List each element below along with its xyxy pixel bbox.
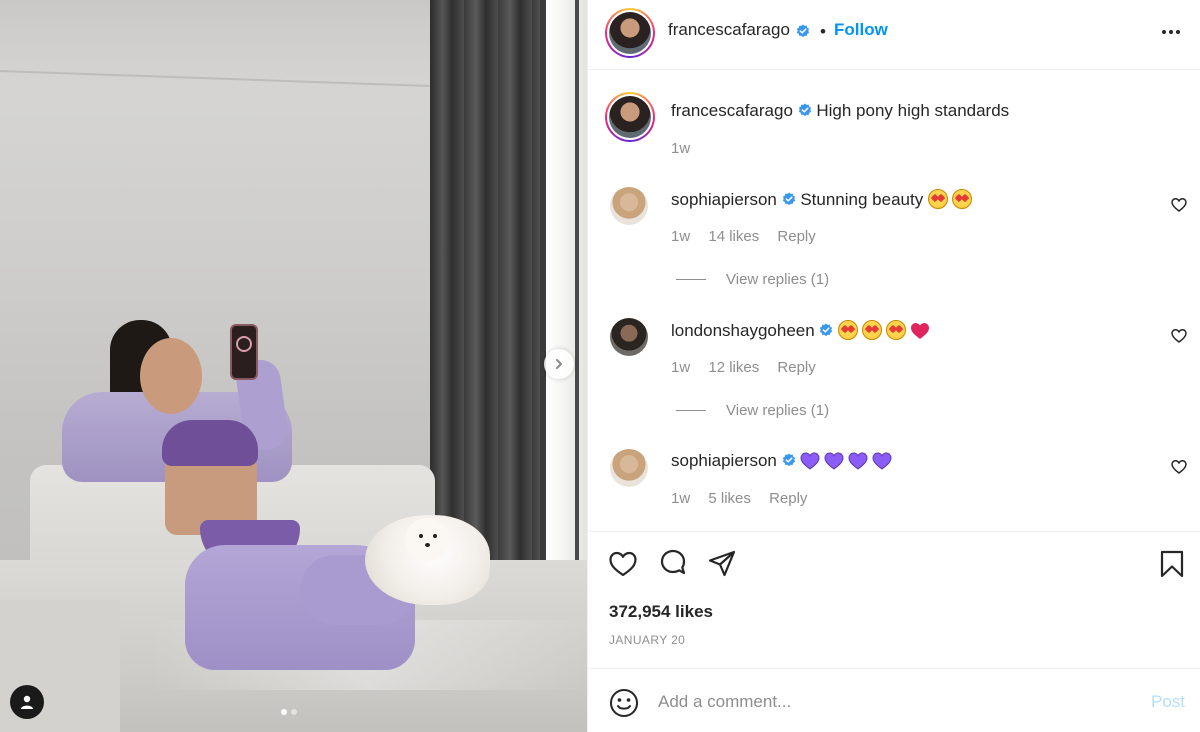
avatar-image [609,12,651,54]
caption-text: francescafarago High pony high standards [671,101,1009,121]
caption-meta: 1w [671,140,704,157]
comment-item: londonshaygoheen 1w 12 likes Reply View … [588,302,1200,433]
comment-text: sophiapierson [671,451,896,471]
carousel-dot-active [281,709,287,715]
comment-likes[interactable]: 12 likes [708,359,759,376]
comment-meta: 1w 14 likes Reply [671,228,830,245]
comment-username[interactable]: sophiapierson [671,451,777,470]
caption-avatar[interactable] [605,92,655,142]
comment-meta: 1w 5 likes Reply [671,490,821,507]
follow-button[interactable]: Follow [834,20,888,40]
star-struck-emoji [886,320,907,340]
red-heart-emoji [911,323,930,339]
caption-username[interactable]: francescafarago [671,101,793,120]
star-struck-emoji [862,320,883,340]
share-icon[interactable] [707,549,737,579]
comment-time[interactable]: 1w [671,359,690,376]
follow-separator: • [820,22,826,41]
smile-icon[interactable] [609,688,639,718]
comment-likes[interactable]: 5 likes [708,490,751,507]
phone-case-heart [236,336,252,352]
like-comment-heart-icon[interactable] [1171,459,1187,475]
commenter-avatar[interactable] [610,187,648,225]
likes-count[interactable]: 372,954 likes [609,602,713,622]
comment-body: Stunning beauty [800,190,924,209]
replies-line [676,279,706,280]
dog-nose [425,543,430,547]
post-photo[interactable] [0,0,587,732]
comment-time[interactable]: 1w [671,228,690,245]
comment-username[interactable]: sophiapierson [671,190,777,209]
comment-meta: 1w 12 likes Reply [671,359,830,376]
bra [162,420,258,466]
comment-username[interactable]: londonshaygoheen [671,321,815,340]
post-comment-button[interactable]: Post [1151,692,1185,712]
tagged-users-button[interactable] [10,685,44,719]
star-struck-emoji [838,320,859,340]
user-tag-icon [21,695,33,709]
post-actions: 372,954 likes JANUARY 20 [588,533,1200,669]
reply-button[interactable]: Reply [777,359,815,376]
comment-icon[interactable] [658,549,688,579]
caption-body: High pony high standards [816,101,1010,120]
replies-line [676,410,706,411]
view-replies-button[interactable]: View replies (1) [676,271,829,288]
comment-text: londonshaygoheen [671,320,934,341]
verified-badge-icon [820,323,833,337]
window-frame [575,0,579,620]
verified-badge-icon [798,103,811,117]
comment-item: sophiapierson Stunning beauty 1w 14 like… [588,171,1200,302]
commenter-avatar[interactable] [610,318,648,356]
reply-button[interactable]: Reply [769,490,807,507]
carousel-dot [291,709,297,715]
author-username[interactable]: francescafarago [668,20,790,40]
dog-head [405,518,449,562]
verified-badge-icon [782,453,795,467]
like-comment-heart-icon[interactable] [1171,328,1187,344]
view-replies-label: View replies (1) [726,402,830,419]
phone [230,324,258,380]
post-header: francescafarago • Follow [588,0,1200,70]
carousel-next-button[interactable] [544,349,574,379]
more-options-icon[interactable] [1158,22,1184,42]
commenter-avatar[interactable] [610,449,648,487]
star-struck-emoji [951,189,972,209]
window-frame [540,0,546,620]
verified-badge-icon [782,192,795,206]
purple-heart-emoji [800,452,820,470]
view-replies-label: View replies (1) [726,271,830,288]
like-comment-heart-icon[interactable] [1171,197,1187,213]
comment-likes[interactable]: 14 likes [708,228,759,245]
author-avatar[interactable] [605,8,655,58]
comment-time[interactable]: 1w [671,490,690,507]
verified-badge-icon [796,24,810,38]
heart-icon[interactable] [608,549,638,579]
add-comment-bar: Post [588,670,1200,732]
star-struck-emoji [927,189,948,209]
reply-button[interactable]: Reply [777,228,815,245]
purple-heart-emoji [824,452,844,470]
bookmark-icon[interactable] [1157,549,1187,579]
post-date[interactable]: JANUARY 20 [609,633,685,647]
comment-input[interactable] [658,688,1128,716]
head [140,338,202,414]
comment-item: sophiapierson 1w 5 likes Reply [588,433,1200,532]
post-side-panel: francescafarago • Follow francescafarago… [587,0,1200,732]
purple-heart-emoji [848,452,868,470]
purple-heart-emoji [872,452,892,470]
comments-section[interactable]: francescafarago High pony high standards… [588,71,1200,532]
carousel-indicator [281,709,297,715]
caption: francescafarago High pony high standards… [588,71,1200,171]
dog-eye [433,534,437,538]
chevron-right-icon [556,359,562,369]
caption-time[interactable]: 1w [671,140,690,157]
view-replies-button[interactable]: View replies (1) [676,402,829,419]
comment-text: sophiapierson Stunning beauty [671,189,976,210]
dog-eye [419,534,423,538]
